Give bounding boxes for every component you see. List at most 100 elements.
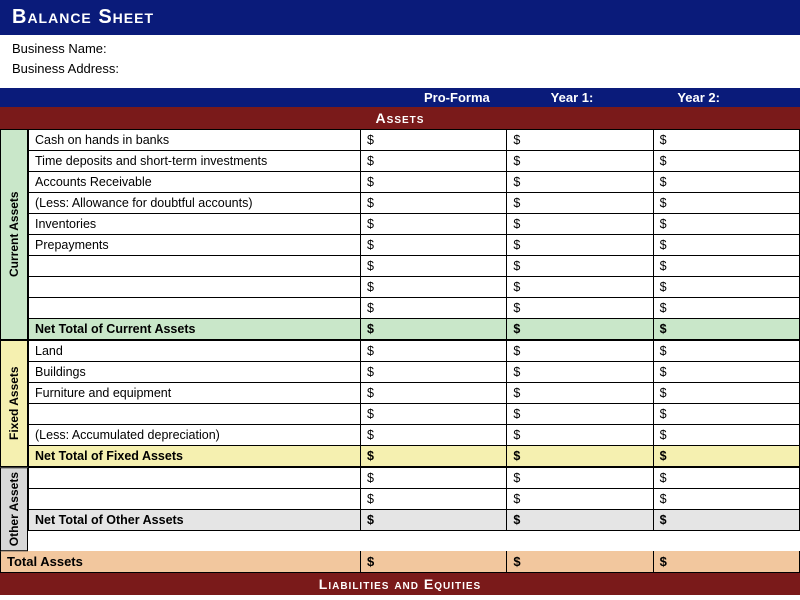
column-header-row: Pro-Forma Year 1: Year 2:: [0, 88, 800, 107]
cell[interactable]: $: [361, 256, 507, 276]
meta-block: Business Name: Business Address:: [0, 35, 800, 88]
cell[interactable]: $: [361, 404, 507, 424]
cell[interactable]: $: [507, 298, 653, 318]
net-current-assets: Net Total of Current Assets$$$: [28, 319, 800, 340]
cell[interactable]: $: [361, 425, 507, 445]
section-assets: Assets: [0, 107, 800, 129]
cell[interactable]: $: [654, 151, 800, 171]
business-name-label: Business Name:: [12, 39, 788, 59]
cell[interactable]: $: [507, 130, 653, 150]
cell[interactable]: $: [361, 362, 507, 382]
cell[interactable]: $: [654, 193, 800, 213]
cell[interactable]: $: [654, 214, 800, 234]
cell[interactable]: $: [507, 256, 653, 276]
net-other-assets: Net Total of Other Assets$$$: [28, 510, 800, 531]
cell: $: [361, 319, 507, 339]
title-bar: Balance Sheet: [0, 0, 800, 35]
row-desc[interactable]: [28, 256, 361, 276]
cell: $: [654, 319, 800, 339]
row-desc: (Less: Allowance for doubtful accounts): [28, 193, 361, 213]
row-desc[interactable]: [28, 468, 361, 488]
cell[interactable]: $: [654, 130, 800, 150]
group-label-current-assets: Current Assets: [0, 129, 28, 340]
cell[interactable]: $: [507, 341, 653, 361]
cell[interactable]: $: [361, 172, 507, 192]
row-desc[interactable]: [28, 277, 361, 297]
cell[interactable]: $: [654, 256, 800, 276]
group-label-fixed-assets: Fixed Assets: [0, 340, 28, 467]
cell[interactable]: $: [361, 214, 507, 234]
cell[interactable]: $: [507, 277, 653, 297]
table-row: (Less: Accumulated depreciation)$$$: [28, 425, 800, 446]
cell: $: [507, 446, 653, 466]
cell[interactable]: $: [507, 214, 653, 234]
cell[interactable]: $: [654, 404, 800, 424]
cell[interactable]: $: [654, 362, 800, 382]
row-desc[interactable]: [28, 298, 361, 318]
table-row: Prepayments$$$: [28, 235, 800, 256]
row-desc: Land: [28, 341, 361, 361]
cell[interactable]: $: [361, 383, 507, 403]
cell[interactable]: $: [507, 151, 653, 171]
net-label: Net Total of Fixed Assets: [28, 446, 361, 466]
net-label: Net Total of Current Assets: [28, 319, 361, 339]
cell[interactable]: $: [361, 489, 507, 509]
table-row: Land$$$: [28, 340, 800, 362]
cell[interactable]: $: [654, 298, 800, 318]
page-title: Balance Sheet: [12, 6, 788, 29]
cell: $: [507, 319, 653, 339]
col-proforma: Pro-Forma: [420, 88, 547, 107]
cell[interactable]: $: [361, 193, 507, 213]
cell[interactable]: $: [654, 172, 800, 192]
row-desc: Accounts Receivable: [28, 172, 361, 192]
row-desc: Cash on hands in banks: [28, 130, 361, 150]
cell[interactable]: $: [507, 193, 653, 213]
cell: $: [654, 446, 800, 466]
cell[interactable]: $: [507, 235, 653, 255]
group-label-other-assets: Other Assets: [0, 467, 28, 551]
col-year1: Year 1:: [547, 88, 674, 107]
business-address-label: Business Address:: [12, 59, 788, 79]
cell[interactable]: $: [361, 277, 507, 297]
cell[interactable]: $: [507, 404, 653, 424]
cell[interactable]: $: [507, 468, 653, 488]
group-other-assets: Other Assets $$$ $$$ Net Total of Other …: [0, 467, 800, 551]
cell[interactable]: $: [361, 130, 507, 150]
row-desc[interactable]: [28, 404, 361, 424]
cell: $: [361, 551, 507, 572]
cell[interactable]: $: [654, 489, 800, 509]
cell[interactable]: $: [361, 298, 507, 318]
cell[interactable]: $: [654, 341, 800, 361]
net-fixed-assets: Net Total of Fixed Assets$$$: [28, 446, 800, 467]
row-desc[interactable]: [28, 489, 361, 509]
cell[interactable]: $: [361, 468, 507, 488]
cell: $: [654, 510, 800, 530]
table-row: (Less: Allowance for doubtful accounts)$…: [28, 193, 800, 214]
cell[interactable]: $: [507, 383, 653, 403]
cell[interactable]: $: [654, 425, 800, 445]
table-row: $$$: [28, 277, 800, 298]
row-desc: Buildings: [28, 362, 361, 382]
table-row: $$$: [28, 489, 800, 510]
table-row: Accounts Receivable$$$: [28, 172, 800, 193]
cell[interactable]: $: [654, 235, 800, 255]
row-desc: (Less: Accumulated depreciation): [28, 425, 361, 445]
cell: $: [361, 510, 507, 530]
cell[interactable]: $: [654, 277, 800, 297]
cell[interactable]: $: [654, 468, 800, 488]
total-assets-row: Total Assets $ $ $: [0, 551, 800, 573]
total-assets-label: Total Assets: [0, 551, 361, 572]
cell[interactable]: $: [361, 341, 507, 361]
table-row: Cash on hands in banks$$$: [28, 129, 800, 151]
cell[interactable]: $: [507, 172, 653, 192]
cell[interactable]: $: [361, 151, 507, 171]
row-desc: Furniture and equipment: [28, 383, 361, 403]
cell[interactable]: $: [507, 425, 653, 445]
cell[interactable]: $: [361, 235, 507, 255]
cell[interactable]: $: [654, 383, 800, 403]
row-desc: Inventories: [28, 214, 361, 234]
table-row: Buildings$$$: [28, 362, 800, 383]
cell: $: [361, 446, 507, 466]
cell[interactable]: $: [507, 489, 653, 509]
cell[interactable]: $: [507, 362, 653, 382]
